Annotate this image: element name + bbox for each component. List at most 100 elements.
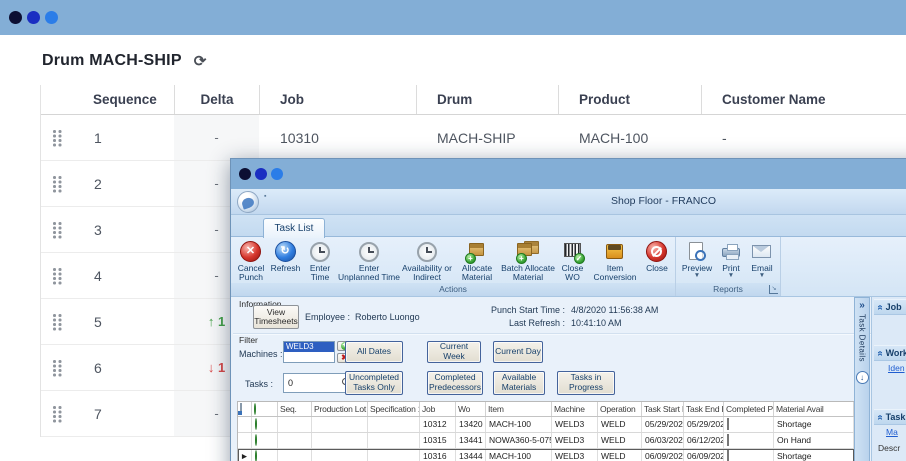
email-button[interactable]: Email ▼ [746, 239, 778, 283]
machine-list-item-selected[interactable]: WELD3 [284, 342, 334, 352]
print-button[interactable]: Print ▼ [716, 239, 746, 283]
work-order-link[interactable]: Iden [888, 363, 905, 373]
batch-allocate-material-button[interactable]: + Batch Allocate Material [500, 239, 556, 283]
punch-start-label: Punch Start Time : [490, 305, 565, 315]
col-task-end[interactable]: Task End Dat [684, 402, 724, 416]
completed-predecessor-checkbox[interactable] [727, 434, 729, 446]
enter-unplanned-time-button[interactable]: Enter Unplanned Time [338, 239, 400, 283]
availability-or-indirect-button[interactable]: Availability or Indirect [400, 239, 454, 283]
uncompleted-tasks-only-button[interactable]: Uncompleted Tasks Only [345, 371, 403, 395]
tasks-label: Tasks : [245, 379, 274, 389]
drag-handle-icon[interactable] [53, 359, 62, 376]
employee-field: Employee : Roberto Luongo [305, 312, 420, 322]
description-label: Descr [878, 443, 901, 453]
allocate-material-button[interactable]: + Allocate Material [454, 239, 500, 283]
col-operation[interactable]: Operation [598, 402, 642, 416]
task-row[interactable]: 10315 13441 NOWA360-5-075 WELD3 WELD 06/… [238, 433, 854, 449]
last-refresh-label: Last Refresh : [508, 318, 565, 328]
filter-caption: Filter [239, 335, 258, 345]
status-orb-icon [255, 434, 257, 446]
drag-handle-icon[interactable] [53, 313, 62, 330]
col-customer-name[interactable]: Customer Name [701, 85, 906, 114]
item-conversion-button[interactable]: Item Conversion [589, 239, 641, 283]
refresh-icon[interactable]: ⟳ [194, 52, 207, 70]
col-job[interactable]: Job [259, 85, 416, 114]
col-product[interactable]: Product [558, 85, 701, 114]
drag-handle-icon[interactable] [53, 129, 62, 146]
col-sequence[interactable]: Sequence [76, 85, 174, 114]
work-order-section-header[interactable]: » Work O [874, 345, 906, 361]
window-dot-3[interactable] [271, 168, 283, 180]
tab-task-list[interactable]: Task List [263, 218, 325, 238]
view-timesheets-button[interactable]: View Timesheets [253, 305, 299, 329]
stop-hand-icon [645, 241, 669, 263]
window-dot-1[interactable] [239, 168, 251, 180]
table-row[interactable]: 1 - 10310 MACH-SHIP MACH-100 - [41, 115, 906, 161]
col-wo[interactable]: Wo [456, 402, 486, 416]
preview-button[interactable]: Preview ▼ [678, 239, 716, 283]
refresh-button[interactable]: ↻ Refresh [269, 239, 302, 283]
drag-handle-icon[interactable] [53, 175, 62, 192]
tasks-in-progress-button[interactable]: Tasks in Progress [557, 371, 615, 395]
machine-link[interactable]: Ma [886, 427, 898, 437]
col-job[interactable]: Job [420, 402, 456, 416]
reports-group-label: Reports ↘ [676, 283, 780, 296]
cancel-punch-button[interactable]: ✕ Cancel Punch [233, 239, 269, 283]
drum-table-header: Sequence Delta Job Drum Product Customer… [41, 85, 906, 115]
completed-predecessors-button[interactable]: Completed Predecessors [427, 371, 483, 395]
col-machine[interactable]: Machine [552, 402, 598, 416]
batch-allocate-material-icon: + [516, 241, 540, 264]
app-logo-icon[interactable] [237, 191, 259, 213]
window-dot-2[interactable] [255, 168, 267, 180]
task-grid-header: Seq. Production Lot Specification 1 Job … [238, 402, 854, 417]
task-details-strip[interactable]: » Task Details ↓ [854, 297, 870, 461]
collapse-chevrons-icon: » [874, 414, 886, 420]
preview-icon [685, 241, 709, 263]
col-drum[interactable]: Drum [416, 85, 558, 114]
machines-listbox[interactable]: WELD3 [283, 341, 335, 363]
shop-window-titlebar[interactable]: ▪ Shop Floor - FRANCO [231, 189, 906, 215]
close-wo-button[interactable]: ✓ Close WO [556, 239, 589, 283]
item-conversion-icon [603, 241, 627, 263]
window-dot-2[interactable] [27, 11, 40, 24]
job-section-header[interactable]: » Job [874, 299, 906, 315]
drag-handle-icon[interactable] [53, 267, 62, 284]
drag-handle-icon[interactable] [53, 405, 62, 422]
col-material-avail[interactable]: Material Avail [774, 402, 854, 416]
all-dates-button[interactable]: All Dates [345, 341, 403, 363]
refresh-icon: ↻ [274, 241, 298, 263]
current-day-button[interactable]: Current Day [493, 341, 543, 363]
col-item[interactable]: Item [486, 402, 552, 416]
grid-customize-icon[interactable] [240, 403, 242, 415]
drag-handle-icon[interactable] [53, 221, 62, 238]
task-row-selected[interactable]: ► 10316 13444 MACH-100 WELD3 WELD 06/09/… [238, 449, 854, 461]
task-section-header[interactable]: » Task [874, 409, 906, 425]
col-specification-1[interactable]: Specification 1 [368, 402, 420, 416]
completed-predecessor-checkbox[interactable] [727, 450, 729, 461]
close-button[interactable]: Close [641, 239, 673, 283]
col-task-start[interactable]: Task Start Da [642, 402, 684, 416]
status-orb-icon [255, 418, 257, 430]
ribbon-group-reports: Preview ▼ Print ▼ Email ▼ Reports ↘ [676, 237, 781, 296]
enter-time-button[interactable]: Enter Time [302, 239, 338, 283]
task-row[interactable]: 10312 13420 MACH-100 WELD3 WELD 05/29/20… [238, 417, 854, 433]
expand-chevrons-icon[interactable]: » [859, 300, 865, 311]
col-seq[interactable]: Seq. [278, 402, 312, 416]
barcode-check-icon: ✓ [561, 241, 585, 264]
window-dot-1[interactable] [9, 11, 22, 24]
col-production-lot[interactable]: Production Lot [312, 402, 368, 416]
email-icon [750, 241, 774, 263]
task-details-tab[interactable]: Task Details [858, 314, 867, 362]
col-completed-predec[interactable]: Completed Predec [724, 402, 774, 416]
quick-access-icon[interactable]: ▪ [264, 193, 266, 200]
dialog-launcher-icon[interactable]: ↘ [769, 285, 778, 294]
window-dot-3[interactable] [45, 11, 58, 24]
pin-icon[interactable]: ↓ [855, 370, 869, 384]
allocate-material-icon: + [465, 241, 489, 264]
clock-icon [357, 241, 381, 263]
completed-predecessor-checkbox[interactable] [727, 418, 729, 430]
available-materials-button[interactable]: Available Materials [493, 371, 545, 395]
col-delta[interactable]: Delta [174, 85, 259, 114]
shop-floor-window: ▪ Shop Floor - FRANCO Task List ✕ Cancel… [230, 158, 906, 461]
current-week-button[interactable]: Current Week [427, 341, 481, 363]
